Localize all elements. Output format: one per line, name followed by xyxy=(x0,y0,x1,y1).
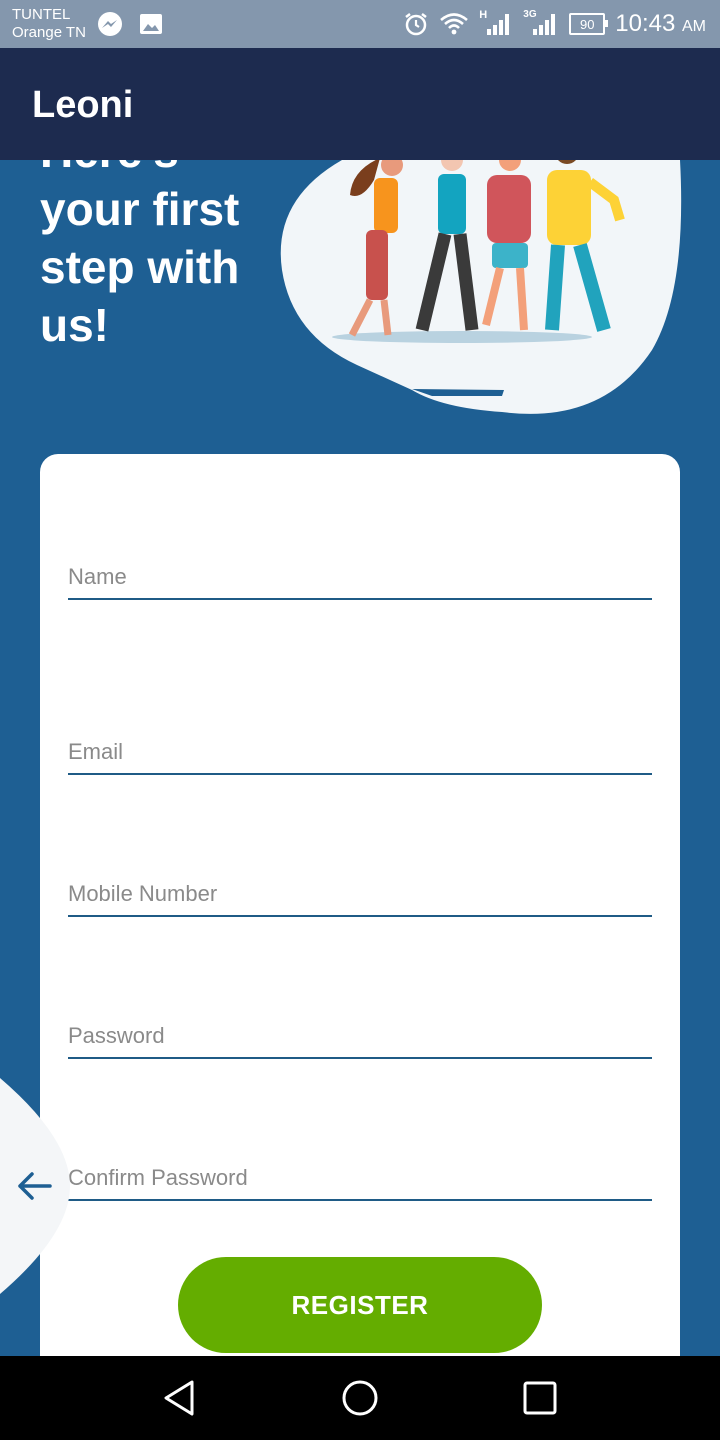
navigation-bar xyxy=(0,1356,720,1440)
hero-line-1: your first xyxy=(40,183,240,235)
carrier-name: TUNTEL Orange TN xyxy=(12,6,86,42)
hero-line-3: us! xyxy=(40,299,109,351)
hero-section: Here's your first step with us! xyxy=(0,160,720,450)
mobile-field-container xyxy=(68,875,652,917)
messenger-icon xyxy=(98,12,122,36)
mobile-number-input[interactable] xyxy=(68,875,652,913)
clock-ampm: AM xyxy=(682,18,706,35)
back-triangle-icon[interactable] xyxy=(158,1376,202,1420)
clock: 10:43 AM xyxy=(615,10,706,38)
hero-line-2: step with xyxy=(40,241,240,293)
group-of-friends-illustration xyxy=(280,160,682,414)
image-icon xyxy=(140,14,162,34)
confirm-password-input[interactable] xyxy=(68,1159,652,1197)
signal-h-icon: H xyxy=(479,9,513,37)
home-circle-icon[interactable] xyxy=(338,1376,382,1420)
battery-indicator: 90 xyxy=(569,13,609,35)
status-bar: TUNTEL Orange TN H 3G 90 10:43 AM xyxy=(0,0,720,48)
email-field-container xyxy=(68,733,652,775)
register-button[interactable]: REGISTER xyxy=(178,1257,542,1353)
carrier-line2: Orange TN xyxy=(12,24,86,41)
alarm-icon xyxy=(405,13,428,36)
app-bar: Leoni xyxy=(0,48,720,160)
password-input[interactable] xyxy=(68,1017,652,1055)
register-card: REGISTER xyxy=(40,454,680,1414)
name-field-container xyxy=(68,558,652,600)
back-arrow-icon[interactable] xyxy=(14,1166,54,1206)
hero-heading: Here's your first step with us! xyxy=(40,160,270,354)
clock-time: 10:43 xyxy=(615,10,676,37)
password-field-container xyxy=(68,1017,652,1059)
name-input[interactable] xyxy=(68,558,652,596)
battery-level: 90 xyxy=(580,16,595,32)
carrier-line1: TUNTEL xyxy=(12,6,71,23)
confirm-password-field-container xyxy=(68,1159,652,1201)
email-input[interactable] xyxy=(68,733,652,771)
recents-square-icon[interactable] xyxy=(518,1376,562,1420)
wifi-icon xyxy=(440,13,469,35)
signal-3g-icon: 3G xyxy=(523,9,559,37)
hero-line-0: Here's xyxy=(40,160,270,180)
app-title: Leoni xyxy=(32,84,134,126)
